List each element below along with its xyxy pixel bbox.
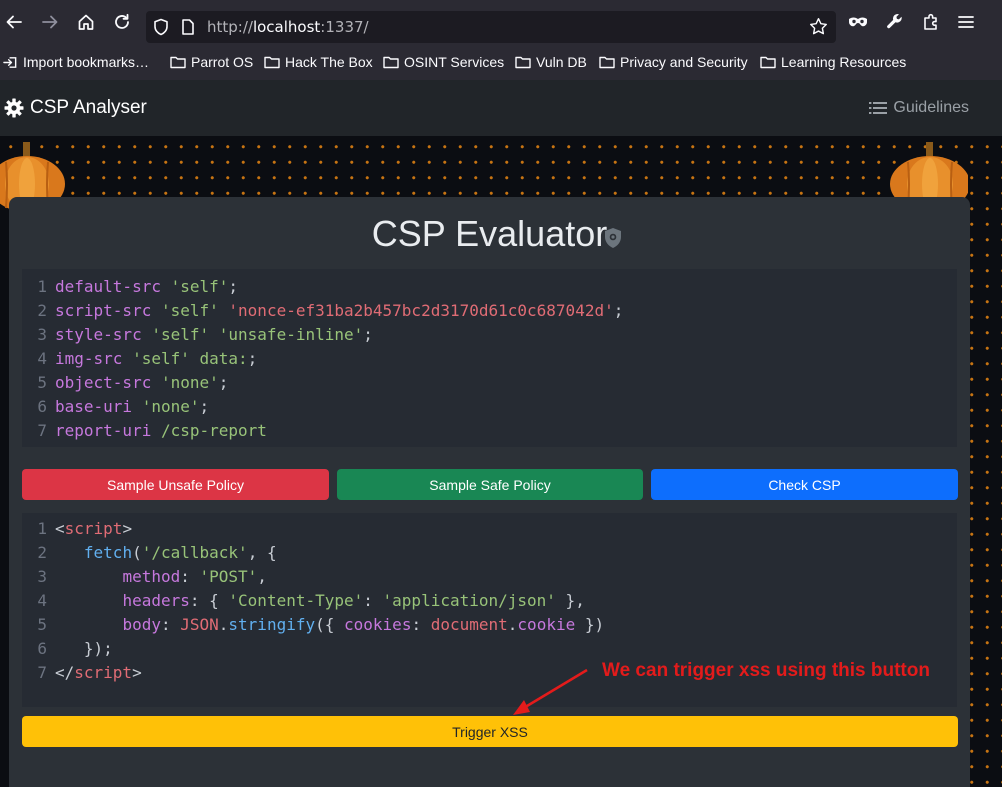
line-number: 5 — [37, 615, 47, 634]
app-navbar: CSP Analyser Guidelines — [0, 80, 1002, 136]
bookmark-privacy-security[interactable]: Privacy and Security — [599, 53, 748, 71]
bookmarks-bar: Import bookmarks… Parrot OS Hack The Box… — [0, 44, 1002, 80]
code-line: 3 method: 'POST', — [22, 565, 957, 589]
policy-editor[interactable]: 1 default-src 'self'; 2 script-src 'self' '… — [22, 269, 957, 447]
evaluator-card: CSP Evaluator 1 default-src 'self'; 2 scrip… — [9, 197, 970, 787]
code-line: 1 <script> — [22, 517, 957, 541]
forward-icon[interactable] — [39, 11, 61, 33]
url-text[interactable]: http://localhost:1337/ — [207, 18, 369, 36]
star-icon[interactable] — [809, 17, 828, 40]
browser-toolbar: http://localhost:1337/ — [0, 0, 1002, 44]
folder-icon — [264, 56, 280, 69]
url-bar[interactable]: http://localhost:1337/ — [146, 11, 836, 43]
bookmark-label: Learning Resources — [781, 54, 907, 70]
code-line: 1 default-src 'self'; — [22, 275, 957, 299]
line-number: 3 — [37, 325, 47, 344]
list-icon — [869, 102, 888, 114]
code-text: <script> — [55, 519, 133, 538]
menu-icon[interactable] — [955, 11, 977, 33]
code-text: style-src 'self' 'unsafe-inline'; — [55, 325, 373, 344]
line-number: 4 — [37, 591, 47, 610]
line-number: 2 — [37, 301, 47, 320]
shield-icon[interactable] — [152, 18, 170, 40]
line-number: 7 — [37, 421, 47, 440]
code-line: 3 style-src 'self' 'unsafe-inline'; — [22, 323, 957, 347]
code-line: 4 headers: { 'Content-Type': 'applicatio… — [22, 589, 957, 613]
sample-safe-policy-button[interactable]: Sample Safe Policy — [337, 469, 643, 500]
bookmark-label: Import bookmarks… — [23, 54, 150, 70]
bookmark-label: OSINT Services — [404, 54, 505, 70]
code-line: 6 base-uri 'none'; — [22, 395, 957, 419]
bookmark-learning-resources[interactable]: Learning Resources — [760, 53, 906, 71]
code-text: body: JSON.stringify({ cookies: document… — [122, 615, 605, 634]
wrench-icon[interactable] — [884, 11, 906, 33]
line-number: 7 — [37, 663, 47, 682]
bookmark-label: Privacy and Security — [620, 54, 748, 70]
code-line: 2 fetch('/callback', { — [22, 541, 957, 565]
code-text: img-src 'self' data:; — [55, 349, 258, 368]
code-text: fetch('/callback', { — [83, 543, 277, 562]
code-text: }); — [83, 639, 113, 658]
page-title: CSP Evaluator — [371, 213, 608, 254]
code-line: 7 report-uri /csp-report — [22, 419, 957, 443]
line-number: 5 — [37, 373, 47, 392]
check-csp-button[interactable]: Check CSP — [651, 469, 958, 500]
mask-icon[interactable] — [847, 11, 869, 33]
extensions-icon[interactable] — [920, 11, 942, 33]
code-text: headers: { 'Content-Type': 'application/… — [122, 591, 585, 610]
line-number: 4 — [37, 349, 47, 368]
bookmark-label: Parrot OS — [191, 54, 254, 70]
guidelines-link[interactable]: Guidelines — [869, 99, 969, 117]
sample-unsafe-policy-button[interactable]: Sample Unsafe Policy — [22, 469, 329, 500]
code-line: 4 img-src 'self' data:; — [22, 347, 957, 371]
bookmark-label: Hack The Box — [285, 54, 373, 70]
line-number: 3 — [37, 567, 47, 586]
page-icon[interactable] — [181, 19, 195, 39]
brand[interactable]: CSP Analyser — [4, 97, 147, 119]
line-number: 6 — [37, 639, 47, 658]
bookmark-label: Vuln DB — [536, 54, 587, 70]
folder-icon — [760, 56, 776, 69]
code-text: object-src 'none'; — [55, 373, 229, 392]
code-text: base-uri 'none'; — [55, 397, 210, 416]
folder-icon — [170, 56, 186, 69]
import-icon — [3, 56, 17, 68]
code-line: 2 script-src 'self' 'nonce-ef31ba2b457bc2… — [22, 299, 957, 323]
bookmark-vuln-db[interactable]: Vuln DB — [515, 53, 587, 71]
code-text: default-src 'self'; — [55, 277, 239, 296]
bookmark-hack-the-box[interactable]: Hack The Box — [264, 53, 373, 71]
annotation-text: We can trigger xss using this button — [602, 660, 930, 681]
brand-label: CSP Analyser — [30, 97, 147, 118]
bookmark-parrot-os[interactable]: Parrot OS — [170, 53, 253, 71]
home-icon[interactable] — [75, 11, 97, 33]
line-number: 1 — [37, 277, 47, 296]
folder-icon — [515, 56, 531, 69]
bookmark-osint-services[interactable]: OSINT Services — [383, 53, 504, 71]
code-text: </script> — [55, 663, 142, 682]
gear-icon — [4, 98, 24, 118]
code-text: method: 'POST', — [122, 567, 267, 586]
folder-icon — [599, 56, 615, 69]
shield-lock-icon — [605, 228, 621, 248]
reload-icon[interactable] — [111, 11, 133, 33]
code-text: report-uri /csp-report — [55, 421, 267, 440]
code-line: 5 body: JSON.stringify({ cookies: docume… — [22, 613, 957, 637]
line-number: 2 — [37, 543, 47, 562]
back-icon[interactable] — [3, 11, 25, 33]
code-line: 5 object-src 'none'; — [22, 371, 957, 395]
code-text: script-src 'self' 'nonce-ef31ba2b457bc2d… — [55, 301, 624, 320]
trigger-xss-button[interactable]: Trigger XSS — [22, 716, 958, 747]
guidelines-label: Guidelines — [893, 99, 969, 116]
code-line: 6 }); — [22, 637, 957, 661]
line-number: 1 — [37, 519, 47, 538]
line-number: 6 — [37, 397, 47, 416]
folder-icon — [383, 56, 399, 69]
bookmark-import[interactable]: Import bookmarks… — [3, 53, 149, 71]
